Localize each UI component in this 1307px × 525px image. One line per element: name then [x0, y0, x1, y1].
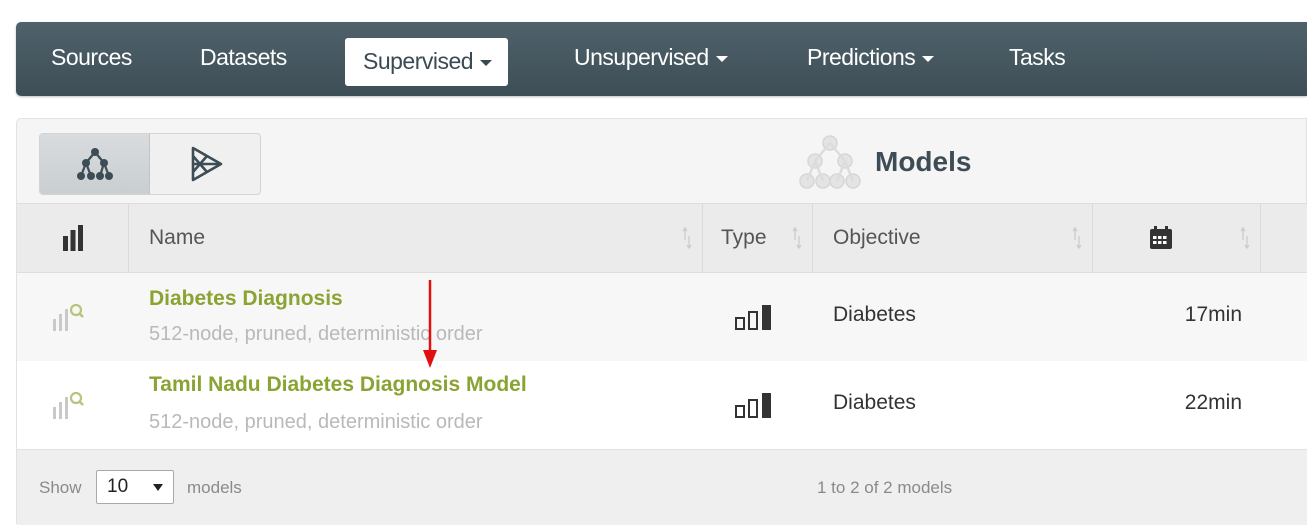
- column-header-age[interactable]: [1093, 204, 1261, 272]
- column-header-label: Objective: [833, 226, 921, 249]
- nav-supervised-label: Supervised: [363, 48, 474, 74]
- nav-unsupervised-label: Unsupervised: [574, 44, 709, 70]
- chevron-down-icon: [922, 55, 935, 62]
- page-size-value: 10: [107, 476, 129, 497]
- show-label: Show: [39, 478, 82, 497]
- page-size-select[interactable]: 10: [96, 470, 174, 504]
- nav-tasks[interactable]: Tasks: [1009, 44, 1066, 71]
- nav-unsupervised[interactable]: Unsupervised: [574, 44, 728, 71]
- sort-icon: [792, 226, 802, 250]
- sort-icon: [1072, 226, 1082, 250]
- dropdown-arrow-icon: [153, 484, 163, 491]
- nav-predictions-label: Predictions: [807, 44, 916, 70]
- classification-icon: [735, 305, 771, 330]
- sort-icon: [682, 226, 692, 250]
- table-header: Name Type Objective: [17, 203, 1307, 273]
- model-age: 17min: [1184, 303, 1242, 326]
- ensemble-icon: [191, 146, 223, 182]
- objective-field: Diabetes: [833, 303, 916, 326]
- nav-datasets[interactable]: Datasets: [200, 44, 287, 71]
- chevron-down-icon: [480, 59, 493, 66]
- models-panel: Models Name Type Objective Diabetes Diag…: [16, 118, 1307, 525]
- table-row[interactable]: Tamil Nadu Diabetes Diagnosis Model 512-…: [17, 361, 1307, 449]
- chevron-down-icon: [715, 55, 728, 62]
- pagination-summary: 1 to 2 of 2 models: [817, 478, 953, 497]
- column-header-summary[interactable]: [17, 204, 129, 272]
- calendar-icon: [1150, 226, 1172, 249]
- top-navigation-bar: Sources Datasets Supervised Unsupervised…: [16, 22, 1307, 96]
- model-name-link[interactable]: Tamil Nadu Diabetes Diagnosis Model: [149, 373, 527, 397]
- table-footer: Show 10 models 1 to 2 of 2 models: [17, 449, 1307, 525]
- nav-sources-label: Sources: [51, 44, 132, 70]
- column-header-name[interactable]: Name: [129, 204, 703, 272]
- tree-model-icon: [76, 148, 113, 180]
- panel-header: Models: [797, 127, 971, 197]
- view-toggle: [39, 133, 261, 195]
- column-header-label: Type: [721, 226, 767, 249]
- classification-icon: [735, 393, 771, 418]
- column-header-label: Name: [149, 226, 206, 249]
- table-row[interactable]: Diabetes Diagnosis 512-node, pruned, det…: [17, 273, 1307, 361]
- model-description: 512-node, pruned, deterministic order: [149, 411, 483, 433]
- sort-icon: [1240, 226, 1250, 250]
- models-view-button[interactable]: [40, 134, 150, 194]
- page-title: Models: [875, 146, 972, 177]
- column-header-type[interactable]: Type: [703, 204, 813, 272]
- model-status-icon: [53, 303, 84, 331]
- model-name-link[interactable]: Diabetes Diagnosis: [149, 287, 343, 311]
- bar-chart-icon: [62, 225, 83, 251]
- column-header-objective[interactable]: Objective: [813, 204, 1093, 272]
- model-age: 22min: [1184, 391, 1242, 414]
- annotation-arrow-icon: [423, 280, 437, 368]
- nav-tasks-label: Tasks: [1009, 44, 1066, 70]
- ensemble-view-button[interactable]: [150, 134, 260, 194]
- model-status-icon: [53, 391, 84, 419]
- nav-supervised[interactable]: Supervised: [345, 38, 509, 86]
- objective-field: Diabetes: [833, 391, 916, 414]
- models-label: models: [187, 478, 242, 497]
- nav-sources[interactable]: Sources: [51, 44, 132, 71]
- nav-predictions[interactable]: Predictions: [807, 44, 935, 71]
- nav-datasets-label: Datasets: [200, 44, 287, 70]
- tree-model-icon: [799, 135, 861, 189]
